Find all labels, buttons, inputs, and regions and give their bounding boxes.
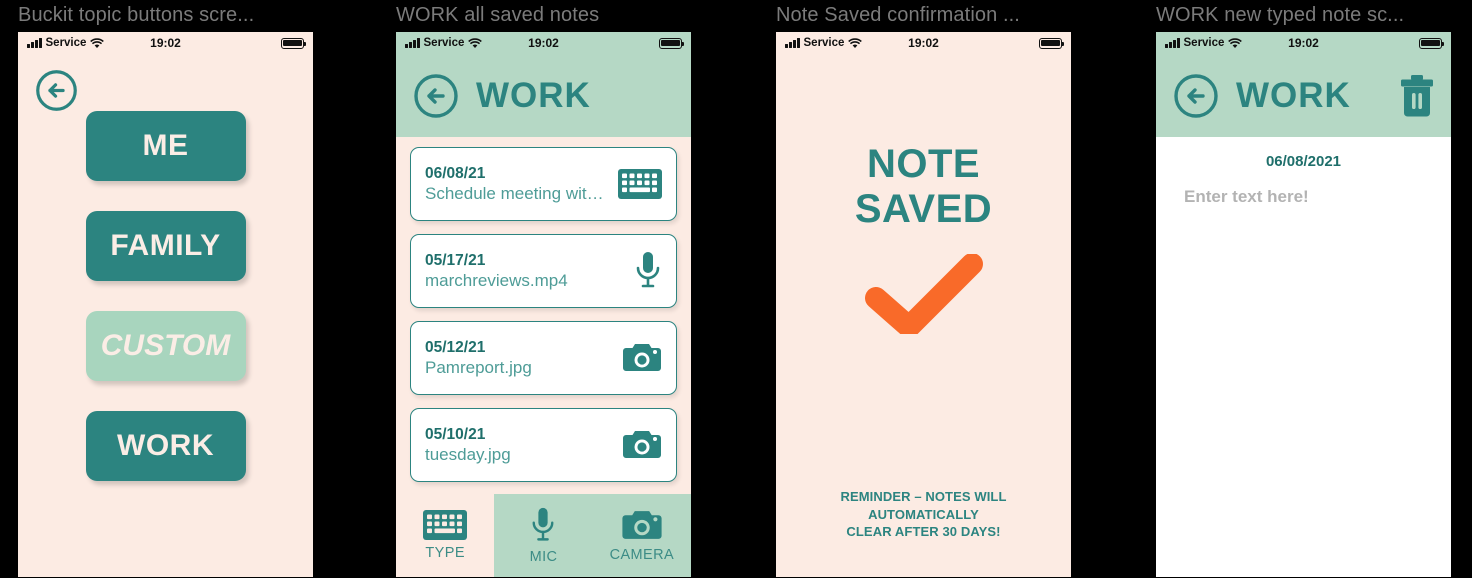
camera-icon [623, 431, 661, 458]
phone-screen-new-note: Service 19:02 WORK 06/08/2021 Enter text… [1156, 32, 1451, 577]
phone-screen-confirmation: Service 19:02 NOTE SAVED REMINDER – NOTE… [776, 32, 1071, 577]
status-bar: Service 19:02 [776, 32, 1071, 54]
tab-label: TYPE [425, 545, 465, 561]
microphone-icon [636, 252, 660, 288]
panel-caption: Buckit topic buttons scre... [18, 4, 255, 26]
reminder-line-1: REMINDER – NOTES WILL AUTOMATICALLY [840, 489, 1007, 522]
topic-button-me[interactable]: ME [85, 111, 246, 181]
panel-caption: WORK all saved notes [396, 4, 600, 26]
panel-caption: WORK new typed note sc... [1156, 4, 1405, 26]
note-text-input[interactable]: Enter text here! [1156, 187, 1451, 207]
app-header: WORK [1156, 54, 1451, 137]
note-list-item[interactable]: 06/08/21 Schedule meeting with Jim... [410, 147, 677, 221]
status-bar-right [281, 37, 307, 49]
checkmark-icon [864, 253, 983, 334]
note-name: Schedule meeting with Jim... [425, 184, 608, 204]
signal-bars-icon [1165, 38, 1180, 48]
wifi-icon [468, 37, 483, 48]
camera-icon [623, 344, 661, 371]
tab-label: MIC [529, 548, 558, 565]
battery-icon [1419, 37, 1445, 49]
note-date: 05/17/21 [425, 251, 486, 269]
phone-screen-topics: Service 19:02 ME FAMILY CUSTOM WORK [18, 32, 313, 577]
topic-button-family[interactable]: FAMILY [85, 211, 246, 281]
confirmation-body: NOTE SAVED REMINDER – NOTES WILL AUTOMAT… [776, 54, 1071, 577]
note-text: 05/17/21 marchreviews.mp4 [425, 251, 624, 292]
status-bar: Service 19:02 [1156, 32, 1451, 54]
app-header: WORK [396, 54, 691, 137]
tab-camera[interactable]: CAMERA [592, 494, 691, 577]
battery-icon [659, 37, 685, 49]
battery-icon [281, 37, 307, 49]
carrier-label: Service [45, 37, 87, 49]
panel-new-note: WORK new typed note sc... Service 19:02 [1156, 0, 1451, 577]
reminder-line-2: CLEAR AFTER 30 DAYS! [846, 524, 1001, 540]
status-bar-right [1039, 37, 1065, 49]
carrier-label: Service [1183, 37, 1225, 49]
trash-icon[interactable] [1399, 74, 1435, 117]
topic-button-list: ME FAMILY CUSTOM WORK [18, 111, 313, 481]
keyboard-icon [423, 510, 468, 540]
wifi-icon [848, 37, 863, 48]
confirmation-title: NOTE SAVED [855, 142, 992, 232]
phone-screen-notes: Service 19:02 WORK 06/08/21 Schedule mee… [396, 32, 691, 577]
carrier-label: Service [803, 37, 845, 49]
note-list-item[interactable]: 05/12/21 Pamreport.jpg [410, 321, 677, 395]
status-bar-left: Service [1165, 37, 1243, 49]
bottom-tab-bar: TYPE MIC CAMERA [396, 494, 691, 577]
keyboard-icon [618, 169, 662, 199]
note-list-item[interactable]: 05/10/21 tuesday.jpg [410, 408, 677, 482]
confirmation-title-line-2: SAVED [854, 186, 993, 231]
panel-saved-notes: WORK all saved notes Service 19:02 WORK … [396, 0, 691, 577]
status-bar-right [659, 37, 685, 49]
note-date: 05/12/21 [425, 338, 486, 356]
back-arrow-circle-icon[interactable] [412, 72, 460, 120]
status-bar-left: Service [405, 37, 483, 49]
tab-mic[interactable]: MIC [494, 494, 593, 577]
status-bar-left: Service [785, 37, 863, 49]
reminder-text: REMINDER – NOTES WILL AUTOMATICALLY CLEA… [794, 488, 1053, 541]
note-text: 05/12/21 Pamreport.jpg [425, 338, 612, 379]
back-arrow-circle-icon[interactable] [1172, 72, 1220, 120]
wifi-icon [90, 37, 105, 48]
back-arrow-circle-icon[interactable] [34, 68, 79, 113]
confirmation-title-line-1: NOTE [866, 142, 981, 186]
note-name: Pamreport.jpg [425, 358, 532, 378]
page-title: WORK [476, 75, 591, 115]
page-title: WORK [1236, 75, 1351, 115]
note-list-item[interactable]: 05/17/21 marchreviews.mp4 [410, 234, 677, 308]
notes-body: 06/08/21 Schedule meeting with Jim... [396, 137, 691, 577]
note-text: 05/10/21 tuesday.jpg [425, 425, 612, 466]
status-bar: Service 19:02 [396, 32, 691, 54]
note-text: 06/08/21 Schedule meeting with Jim... [425, 164, 608, 205]
panel-topic-buttons: Buckit topic buttons scre... Service 19:… [18, 0, 313, 577]
status-bar: Service 19:02 [18, 32, 313, 54]
topic-button-work[interactable]: WORK [85, 411, 246, 481]
new-note-body[interactable]: 06/08/2021 Enter text here! [1156, 137, 1451, 577]
note-name: tuesday.jpg [425, 445, 511, 465]
note-date: 06/08/21 [425, 164, 486, 182]
panel-caption: Note Saved confirmation ... [776, 4, 1020, 26]
camera-icon [622, 510, 662, 539]
tab-type[interactable]: TYPE [396, 494, 495, 577]
signal-bars-icon [405, 38, 420, 48]
status-bar-right [1419, 37, 1445, 49]
wifi-icon [1228, 37, 1243, 48]
carrier-label: Service [423, 37, 465, 49]
note-name: marchreviews.mp4 [425, 271, 568, 291]
topic-button-custom[interactable]: CUSTOM [85, 311, 246, 381]
note-date: 06/08/2021 [1265, 153, 1342, 170]
signal-bars-icon [785, 38, 800, 48]
signal-bars-icon [27, 38, 42, 48]
microphone-icon [533, 507, 554, 541]
note-date: 05/10/21 [425, 425, 486, 443]
battery-icon [1039, 37, 1065, 49]
screenshot-board: Buckit topic buttons scre... Service 19:… [0, 0, 1472, 578]
tab-label: CAMERA [609, 546, 675, 563]
topics-body: ME FAMILY CUSTOM WORK [18, 54, 313, 577]
status-bar-left: Service [27, 37, 105, 49]
panel-note-saved: Note Saved confirmation ... Service 19:0… [776, 0, 1071, 577]
notes-list[interactable]: 06/08/21 Schedule meeting with Jim... [396, 137, 691, 482]
